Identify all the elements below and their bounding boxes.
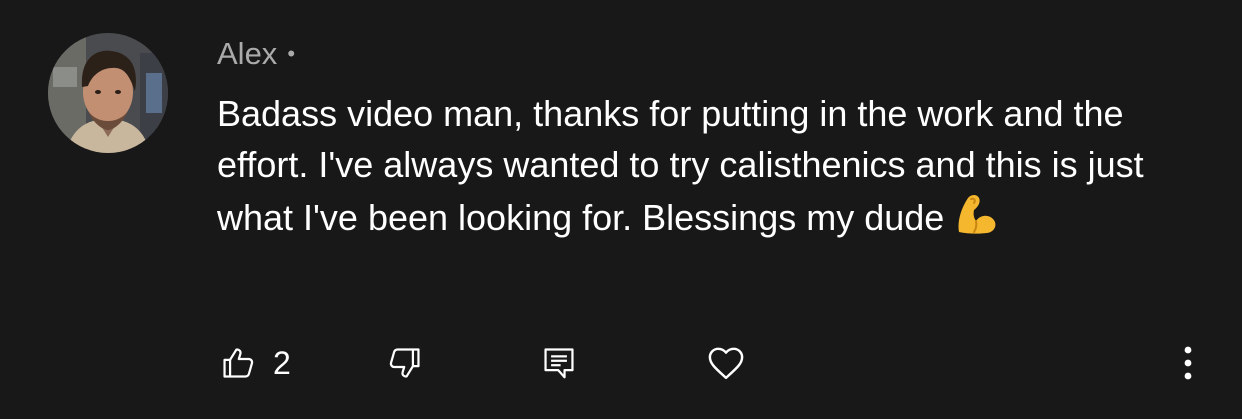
- more-vertical-icon: [1184, 346, 1192, 380]
- reply-button[interactable]: [540, 339, 578, 387]
- more-options-button[interactable]: [1172, 339, 1204, 387]
- comment-header: Alex •: [217, 34, 295, 74]
- author-name[interactable]: Alex: [217, 36, 277, 72]
- comment-text: Badass video man, thanks for putting in …: [217, 93, 1144, 238]
- avatar[interactable]: [48, 33, 168, 153]
- flexed-biceps-icon: [952, 190, 1000, 251]
- like-count: 2: [273, 344, 291, 381]
- avatar-image: [48, 33, 168, 153]
- reply-comment-icon: [544, 348, 574, 379]
- comment-action-bar: 2: [0, 335, 1242, 391]
- like-button[interactable]: 2: [219, 339, 291, 387]
- thumbs-up-icon: [223, 348, 254, 378]
- thumbs-down-icon: [389, 348, 420, 378]
- comment-text-block: Badass video man, thanks for putting in …: [217, 88, 1197, 251]
- heart-button[interactable]: [705, 339, 747, 387]
- comment-item: Alex • Badass video man, thanks for putt…: [0, 0, 1242, 419]
- separator-dot: •: [287, 41, 296, 66]
- heart-icon: [708, 347, 744, 380]
- dislike-button[interactable]: [386, 339, 424, 387]
